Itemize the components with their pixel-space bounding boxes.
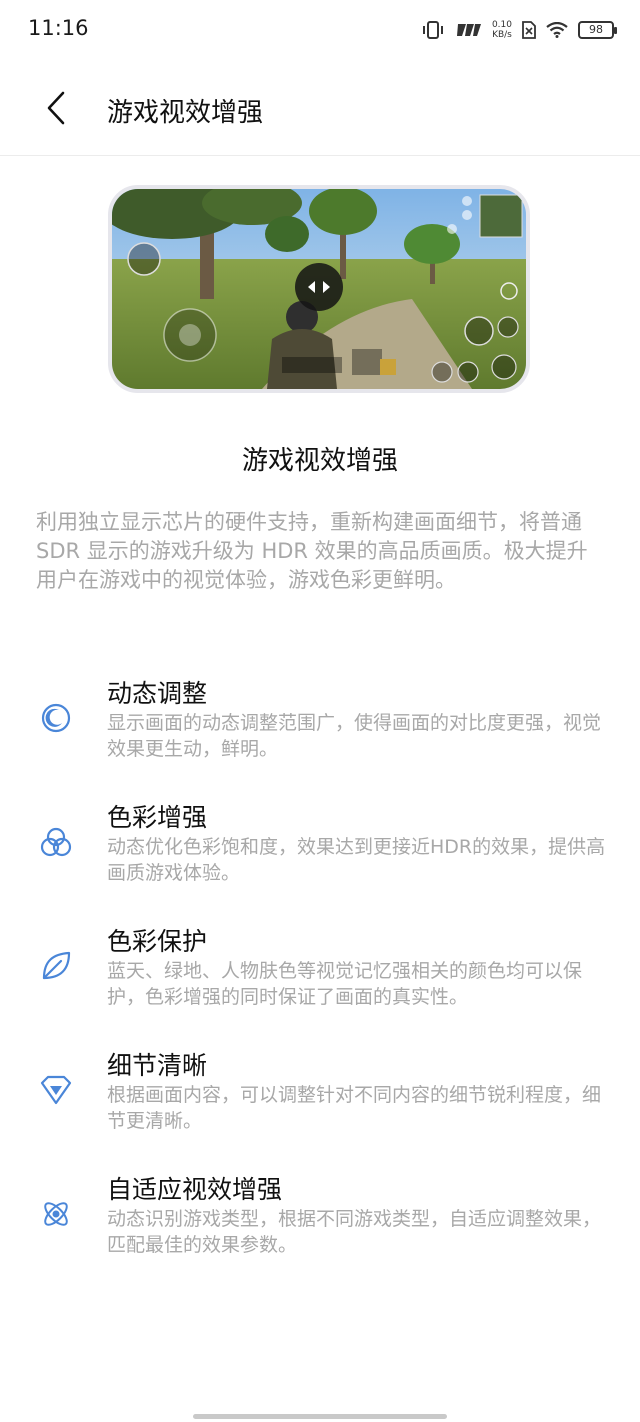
wifi-icon [546,22,568,38]
list-item-description: 显示画面的动态调整范围广，使得画面的对比度更强，视觉效果更生动，鲜明。 [107,712,602,760]
list-item-description: 蓝天、绿地、人物肤色等视觉记忆强相关的颜色均可以保护，色彩增强的同时保证了画面的… [107,960,583,1008]
list-item-description: 根据画面内容，可以调整针对不同内容的细节锐利程度，细节更清晰。 [107,1084,602,1132]
battery-icon: 98 [578,21,617,39]
home-indicator[interactable] [193,1414,447,1419]
diamond-icon [36,1070,76,1110]
list-item: 自适应视效增强 动态识别游戏类型，根据不同游戏类型，自适应调整效果，匹配最佳的效… [0,1164,640,1288]
chevron-left-icon [47,91,65,125]
vibrate-icon [422,21,443,39]
moon-icon [36,698,76,738]
list-item-title: 细节清晰 [107,1051,208,1080]
feature-title: 游戏视效增强 [241,446,398,476]
feature-description: 利用独立显示芯片的硬件支持，重新构建画面细节，将普通 SDR 显示的游戏升级为 … [36,510,588,592]
list-item-title: 色彩保护 [107,927,208,956]
signal-icon [456,24,481,36]
list-item-title: 自适应视效增强 [107,1175,283,1204]
list-item-description: 动态识别游戏类型，根据不同游戏类型，自适应调整效果，匹配最佳的效果参数。 [107,1208,602,1256]
list-item-description: 动态优化色彩饱和度，效果达到更接近HDR的效果，提供高画质游戏体验。 [107,836,606,884]
back-button[interactable] [36,88,76,128]
network-speed-value: 0.10 [491,20,512,30]
list-item: 动态调整 显示画面的动态调整范围广，使得画面的对比度更强，视觉效果更生动，鲜明。 [0,668,640,792]
feature-list: 动态调整 显示画面的动态调整范围广，使得画面的对比度更强，视觉效果更生动，鲜明。… [0,668,640,1288]
list-item: 细节清晰 根据画面内容，可以调整针对不同内容的细节锐利程度，细节更清晰。 [0,1040,640,1164]
status-time: 11:16 [28,16,89,40]
page-title: 游戏视效增强 [107,98,264,128]
header: 游戏视效增强 [0,60,640,156]
list-item-title: 动态调整 [107,679,208,708]
status-icons: 0.10 KB/s 98 [422,16,617,44]
list-item: 色彩增强 动态优化色彩饱和度，效果达到更接近HDR的效果，提供高画质游戏体验。 [0,792,640,916]
network-speed: 0.10 KB/s [492,20,512,40]
network-speed-unit: KB/s [492,30,512,40]
color-circles-icon [36,822,76,862]
game-preview-image [108,185,530,393]
list-item: 色彩保护 蓝天、绿地、人物肤色等视觉记忆强相关的颜色均可以保护，色彩增强的同时保… [0,916,640,1040]
leaf-icon [36,946,76,986]
list-item-title: 色彩增强 [107,803,208,832]
status-bar: 11:16 0.10 KB/s 98 [0,0,640,60]
atom-icon [36,1194,76,1234]
no-sim-icon [522,21,536,39]
